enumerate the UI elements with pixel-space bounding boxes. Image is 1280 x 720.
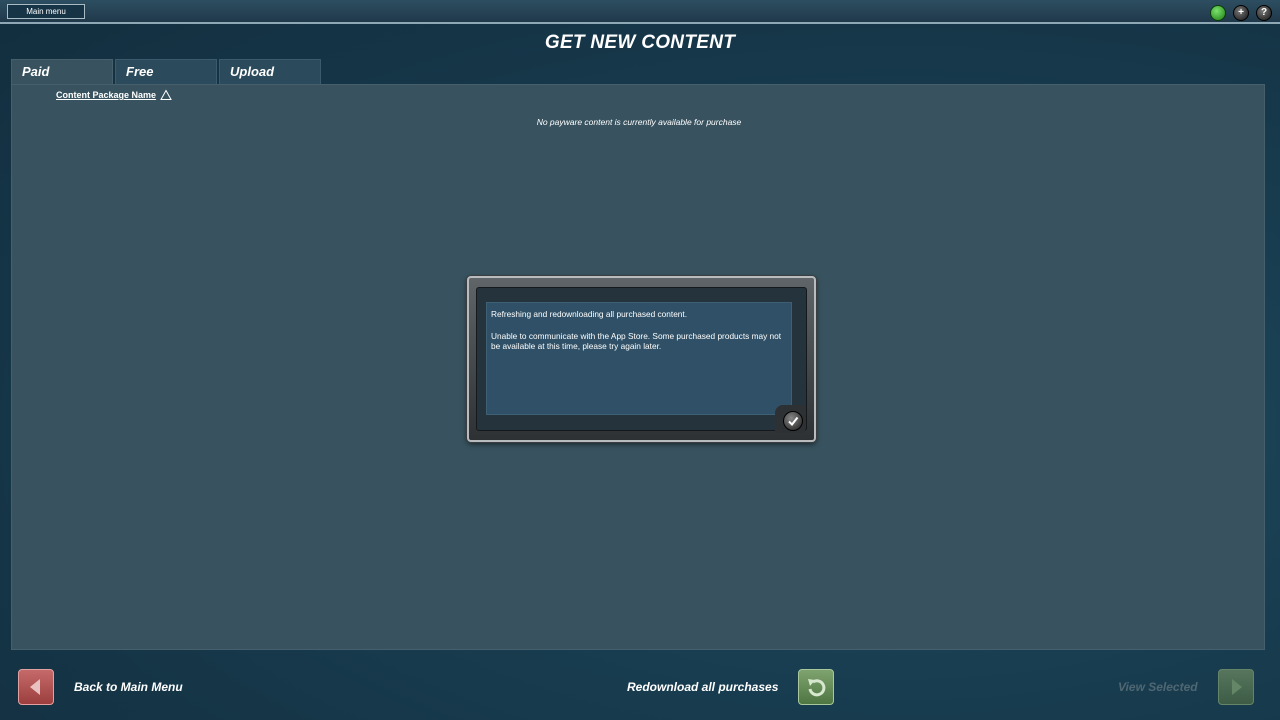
back-to-main-menu-button[interactable]	[18, 669, 54, 705]
tab-free[interactable]: Free	[115, 59, 217, 84]
column-header-content-package-name[interactable]: Content Package Name	[56, 90, 156, 100]
sort-ascending-icon[interactable]	[160, 89, 172, 101]
page-title: GET NEW CONTENT	[544, 32, 736, 53]
tab-paid[interactable]: Paid	[11, 59, 113, 84]
checkmark-icon	[788, 416, 799, 427]
back-to-main-menu-label[interactable]: Back to Main Menu	[74, 680, 183, 694]
dialog-message-line-2: Unable to communicate with the App Store…	[491, 330, 782, 352]
dialog-ok-button[interactable]	[783, 411, 803, 431]
redownload-all-purchases-label[interactable]: Redownload all purchases	[627, 680, 778, 694]
tab-upload[interactable]: Upload	[219, 59, 321, 84]
view-selected-label: View Selected	[1118, 680, 1198, 694]
redownload-all-purchases-button[interactable]	[798, 669, 834, 705]
main-menu-button[interactable]: Main menu	[7, 4, 85, 19]
help-icon[interactable]: ?	[1256, 5, 1272, 21]
empty-list-message: No payware content is currently availabl…	[536, 117, 742, 127]
dialog-frame: Refreshing and redownloading all purchas…	[476, 287, 807, 431]
refresh-icon	[808, 679, 826, 697]
dialog-message-line-1: Refreshing and redownloading all purchas…	[491, 309, 688, 319]
dialog-message-area: Refreshing and redownloading all purchas…	[486, 302, 792, 415]
plus-icon[interactable]: +	[1233, 5, 1249, 21]
top-bar: Main menu + ?	[0, 0, 1280, 24]
view-selected-button[interactable]	[1218, 669, 1254, 705]
message-dialog: Refreshing and redownloading all purchas…	[467, 276, 816, 442]
arrow-left-icon	[30, 679, 40, 695]
arrow-right-icon	[1232, 679, 1242, 695]
green-status-icon[interactable]	[1210, 5, 1226, 21]
